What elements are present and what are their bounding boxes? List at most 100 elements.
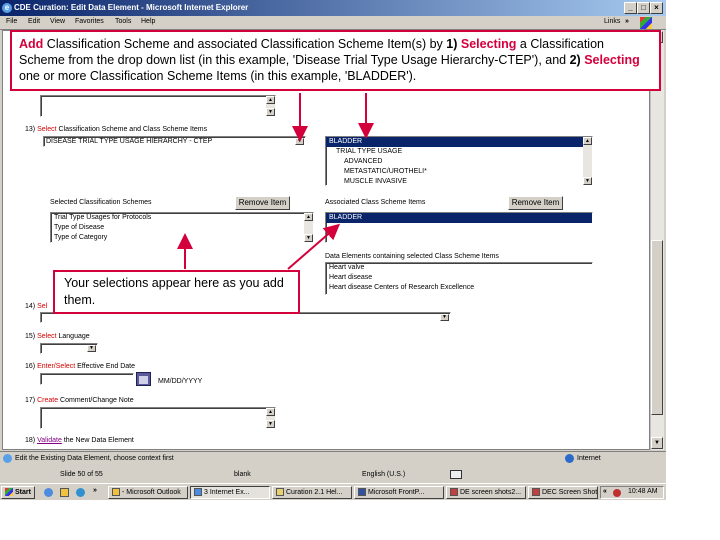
scroll-down-icon[interactable]: ▼: [266, 420, 275, 428]
title-bar: e CDE Curation: Edit Data Element - Micr…: [0, 0, 666, 16]
menu-file[interactable]: File: [6, 18, 17, 25]
scroll-down-icon[interactable]: ▼: [266, 108, 275, 116]
q13-text: Classification Scheme and Class Scheme I…: [58, 126, 208, 133]
comment-textarea-top[interactable]: ▲ ▼: [40, 95, 276, 117]
taskbar-button-label: DE screen shots2...: [460, 489, 522, 496]
app-icon: [358, 488, 366, 497]
desktop-quicklaunch-icon[interactable]: [76, 488, 85, 497]
scroll-up-icon[interactable]: ▲: [266, 96, 275, 104]
list-item[interactable]: METASTATIC/UROTHELI*: [326, 167, 592, 177]
taskbar-button[interactable]: DE screen shots2...: [446, 486, 526, 499]
list-item[interactable]: MUSCLE INVASIVE: [326, 177, 592, 185]
menu-tools[interactable]: Tools: [115, 18, 131, 25]
end-date-input[interactable]: [40, 373, 134, 385]
q16-label: 16) Enter/Select Effective End Date: [25, 363, 135, 370]
links-chevron-icon[interactable]: »: [625, 18, 629, 25]
chevron-down-icon[interactable]: ▼: [87, 345, 96, 352]
scroll-up-icon[interactable]: ▲: [304, 213, 313, 221]
menu-view[interactable]: View: [50, 18, 65, 25]
listbox-scrollbar[interactable]: ▲ ▼: [304, 213, 313, 242]
callout-add-word: Add: [19, 37, 44, 51]
minimize-button[interactable]: _: [624, 2, 637, 14]
callout-selecting-1: Selecting: [460, 37, 517, 51]
q18-text: the New Data Element: [63, 437, 134, 444]
status-message: Edit the Existing Data Element, choose c…: [15, 455, 174, 462]
scroll-down-icon[interactable]: ▼: [651, 437, 663, 449]
taskbar-button[interactable]: - Microsoft Outlook: [108, 486, 188, 499]
comment-textarea[interactable]: ▲ ▼: [40, 407, 276, 429]
textarea-scrollbar[interactable]: ▲ ▼: [266, 408, 275, 428]
taskbar-button-label: - Microsoft Outlook: [122, 489, 181, 496]
class-scheme-items-listbox[interactable]: BLADDER TRIAL TYPE USAGE ADVANCED METASTATI…: [325, 136, 593, 186]
assoc-csi-label: Associated Class Scheme Items: [325, 199, 426, 206]
data-elements-label: Data Elements containing selected Class …: [325, 253, 499, 260]
taskbar-button-label: Microsoft FrontP...: [368, 489, 425, 496]
menu-favorites[interactable]: Favorites: [75, 18, 104, 25]
list-item[interactable]: BLADDER: [326, 137, 592, 147]
taskbar-button[interactable]: Microsoft FrontP...: [354, 486, 444, 499]
selections-callout: Your selections appear here as you add t…: [53, 270, 300, 314]
outlook-quicklaunch-icon[interactable]: [60, 488, 69, 497]
taskbar-button-label: 3 Internet Ex...: [204, 489, 250, 496]
list-item[interactable]: Type of Disease: [51, 223, 313, 233]
ie-icon: e: [2, 3, 12, 13]
q15-number: 15): [25, 333, 36, 340]
q16-number: 16): [25, 363, 36, 370]
ie-quicklaunch-icon[interactable]: [44, 488, 53, 497]
scroll-up-icon[interactable]: ▲: [266, 408, 275, 416]
callout-step-1: 1): [446, 37, 458, 51]
maximize-button[interactable]: □: [637, 2, 650, 14]
menu-help[interactable]: Help: [141, 18, 155, 25]
page-icon: [3, 454, 12, 463]
assoc-csi-listbox[interactable]: BLADDER: [325, 212, 593, 243]
start-button[interactable]: Start: [1, 486, 35, 499]
list-item[interactable]: BLADDER: [326, 213, 592, 223]
links-button[interactable]: Links: [604, 18, 620, 25]
scrollbar-thumb[interactable]: [651, 240, 663, 415]
windows-logo-icon: [640, 17, 652, 29]
list-item: Heart disease Centers of Research Excell…: [329, 284, 475, 291]
q15-select-word: Select: [37, 333, 57, 340]
validate-link[interactable]: Validate: [37, 437, 62, 444]
taskbar-button[interactable]: 3 Internet Ex...: [190, 486, 270, 499]
listbox-scrollbar[interactable]: ▲ ▼: [583, 137, 592, 185]
scroll-down-icon[interactable]: ▼: [304, 234, 313, 242]
app-icon: [450, 488, 458, 497]
textarea-scrollbar[interactable]: ▲ ▼: [266, 96, 275, 116]
spellcheck-icon[interactable]: [450, 470, 462, 479]
start-label: Start: [15, 489, 31, 496]
q13-select-word: Select: [37, 126, 57, 133]
list-item: Heart valve: [329, 264, 365, 271]
taskbar-button[interactable]: Curation 2.1 Hel...: [272, 486, 352, 499]
windows-logo-icon: [5, 488, 13, 497]
list-item[interactable]: Trial Type Usages for Protocols: [51, 213, 313, 223]
scroll-down-icon[interactable]: ▼: [583, 177, 592, 185]
app-icon: [194, 488, 202, 497]
selected-schemes-listbox[interactable]: Trial Type Usages for Protocols Type of D…: [50, 212, 314, 243]
taskbar-button[interactable]: DEC Screen Shot...: [528, 486, 598, 499]
menu-edit[interactable]: Edit: [28, 18, 40, 25]
data-elements-listbox: Heart valve Heart disease Heart disease Ce…: [325, 262, 593, 295]
tray-chevron-icon[interactable]: «: [603, 488, 607, 495]
language-status: English (U.S.): [362, 471, 406, 478]
quicklaunch-chevron-icon[interactable]: »: [93, 487, 97, 494]
close-button[interactable]: ×: [650, 2, 663, 14]
list-item[interactable]: TRIAL TYPE USAGE: [326, 147, 592, 157]
network-icon[interactable]: [613, 489, 621, 497]
classification-scheme-dropdown[interactable]: DISEASE TRIAL TYPE USAGE HIERARCHY - CTE…: [43, 136, 306, 147]
remove-scheme-button[interactable]: Remove Item: [235, 196, 290, 210]
callout-text-1: Classification Scheme and associated Cla…: [43, 37, 447, 51]
scroll-up-icon[interactable]: ▲: [583, 137, 592, 145]
q17-text: Comment/Change Note: [60, 397, 134, 404]
list-item[interactable]: ADVANCED: [326, 157, 592, 167]
q13-number: 13): [25, 126, 36, 133]
chevron-down-icon[interactable]: ▼: [440, 314, 449, 321]
design-name: blank: [234, 471, 251, 478]
clock[interactable]: 10:48 AM: [628, 488, 658, 495]
calendar-icon[interactable]: [136, 372, 151, 386]
list-item[interactable]: Type of Category: [51, 233, 313, 242]
scheme-value: DISEASE TRIAL TYPE USAGE HIERARCHY - CTE…: [46, 138, 213, 145]
chevron-down-icon[interactable]: ▼: [295, 138, 304, 145]
remove-csi-button[interactable]: Remove Item: [508, 196, 563, 210]
language-dropdown[interactable]: ▼: [40, 343, 98, 354]
